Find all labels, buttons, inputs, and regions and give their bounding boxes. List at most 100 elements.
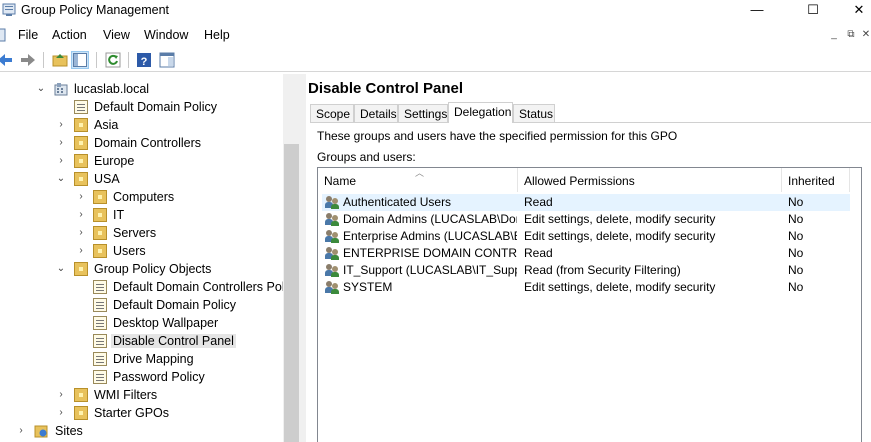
gpo-link-icon	[74, 100, 88, 114]
cell-name: IT_Support (LUCASLAB\IT_Supp...	[343, 263, 517, 277]
window-title: Group Policy Management	[21, 3, 169, 17]
chevron-right-icon[interactable]: ›	[76, 208, 86, 222]
tree-node-servers[interactable]: › Servers	[0, 224, 280, 242]
tab-details[interactable]: Details	[354, 104, 398, 122]
group-icon	[325, 247, 340, 260]
up-folder-icon[interactable]	[51, 51, 69, 69]
maximize-button[interactable]: ☐	[790, 0, 836, 22]
menu-help[interactable]: Help	[204, 28, 230, 42]
tree-node-gpo[interactable]: Default Domain Controllers Poli	[0, 278, 287, 296]
ou-folder-icon	[74, 154, 88, 168]
console-icon	[0, 28, 6, 42]
tab-settings[interactable]: Settings	[398, 104, 448, 122]
table-row[interactable]: IT_Support (LUCASLAB\IT_Supp... Read (fr…	[322, 262, 850, 279]
table-row[interactable]: SYSTEM Edit settings, delete, modify sec…	[322, 279, 850, 296]
properties-pane-icon[interactable]	[158, 51, 176, 69]
chevron-right-icon[interactable]: ›	[76, 190, 86, 204]
cell-name: ENTERPRISE DOMAIN CONTRO...	[343, 246, 517, 260]
tab-status[interactable]: Status	[513, 104, 555, 122]
table-row[interactable]: Domain Admins (LUCASLAB\Dom... Edit sett…	[322, 211, 850, 228]
menu-view[interactable]: View	[103, 28, 130, 42]
table-row[interactable]: Authenticated Users Read No	[322, 194, 850, 211]
tree-node-it[interactable]: › IT	[0, 206, 280, 224]
ou-folder-icon	[93, 244, 107, 258]
menu-bar: File Action View Window Help	[0, 24, 871, 46]
tree-node-usa[interactable]: ⌄ USA	[0, 170, 280, 188]
table-row[interactable]: ENTERPRISE DOMAIN CONTRO... Read No	[322, 245, 850, 262]
tree-node-europe[interactable]: › Europe	[0, 152, 280, 170]
group-icon	[325, 230, 340, 243]
delegation-info-text: These groups and users have the specifie…	[317, 129, 678, 143]
chevron-right-icon[interactable]: ›	[56, 154, 66, 168]
ou-folder-icon	[93, 190, 107, 204]
column-header-label: Allowed Permissions	[524, 174, 635, 188]
chevron-right-icon[interactable]: ›	[16, 424, 26, 438]
tree-node-users[interactable]: › Users	[0, 242, 280, 260]
mdi-minimize-button[interactable]: _	[826, 28, 842, 44]
tab-divider	[310, 122, 871, 123]
column-header-allowed-permissions[interactable]: Allowed Permissions	[518, 168, 782, 192]
gpo-container-icon	[74, 262, 88, 276]
tree-label: Default Domain Controllers Poli	[113, 280, 288, 294]
sites-icon	[34, 425, 48, 438]
help-icon[interactable]: ?	[135, 51, 153, 69]
menu-window[interactable]: Window	[144, 28, 188, 42]
tree-node-gpo[interactable]: Desktop Wallpaper	[0, 314, 280, 332]
close-button[interactable]: ✕	[836, 0, 871, 22]
tree-node-gpo-selected[interactable]: Disable Control Panel	[0, 332, 280, 350]
permissions-list[interactable]: ︿ Name Allowed Permissions Inherited Aut…	[317, 167, 862, 442]
tree-node-gpo[interactable]: Default Domain Policy	[0, 296, 280, 314]
tree-node-gpo[interactable]: Drive Mapping	[0, 350, 280, 368]
chevron-down-icon[interactable]: ⌄	[56, 262, 66, 276]
tree-node-sites[interactable]: › Sites	[0, 422, 280, 440]
minimize-button[interactable]: —	[734, 0, 780, 22]
details-pane: Disable Control Panel Scope Details Sett…	[306, 74, 871, 442]
chevron-right-icon[interactable]: ›	[56, 118, 66, 132]
tree-node-asia[interactable]: › Asia	[0, 116, 280, 134]
chevron-down-icon[interactable]: ⌄	[56, 172, 66, 186]
tree-node-group-policy-objects[interactable]: ⌄ Group Policy Objects	[0, 260, 280, 278]
chevron-right-icon[interactable]: ›	[76, 244, 86, 258]
mdi-restore-button[interactable]: ⧉	[843, 28, 859, 44]
tree-scrollbar-thumb[interactable]	[284, 144, 299, 442]
ou-folder-icon	[74, 172, 88, 186]
tab-delegation[interactable]: Delegation	[448, 102, 513, 123]
forward-arrow-icon[interactable]	[19, 51, 37, 69]
cell-inherited: No	[788, 246, 804, 260]
cell-permission: Read	[524, 246, 553, 260]
chevron-down-icon[interactable]: ⌄	[36, 82, 46, 96]
menu-file[interactable]: File	[18, 28, 38, 42]
tab-scope[interactable]: Scope	[310, 104, 354, 122]
tree-node-wmi-filters[interactable]: › WMI Filters	[0, 386, 280, 404]
svg-text:?: ?	[141, 56, 148, 68]
gpo-title: Disable Control Panel	[308, 80, 464, 97]
column-header-inherited[interactable]: Inherited	[782, 168, 850, 192]
chevron-right-icon[interactable]: ›	[76, 226, 86, 240]
cell-inherited: No	[788, 263, 804, 277]
tree-node-domain-controllers[interactable]: › Domain Controllers	[0, 134, 280, 152]
sort-ascending-icon: ︿	[415, 168, 425, 178]
cell-inherited: No	[788, 229, 804, 243]
column-header-name[interactable]: ︿ Name	[318, 168, 518, 192]
mdi-close-button[interactable]: ✕	[858, 28, 871, 44]
ou-folder-icon	[93, 226, 107, 240]
menu-action[interactable]: Action	[52, 28, 87, 42]
tree-node-gpo[interactable]: Password Policy	[0, 368, 280, 386]
domain-icon	[54, 83, 68, 96]
tree-node-computers[interactable]: › Computers	[0, 188, 280, 206]
refresh-icon[interactable]	[104, 51, 122, 69]
show-hide-tree-button[interactable]	[71, 51, 89, 69]
cell-permission: Read	[524, 195, 553, 209]
tree-node-starter-gpos[interactable]: › Starter GPOs	[0, 404, 280, 422]
chevron-right-icon[interactable]: ›	[56, 388, 66, 402]
chevron-right-icon[interactable]: ›	[56, 136, 66, 150]
back-arrow-icon[interactable]	[0, 51, 14, 69]
tree-node-default-domain-policy-link[interactable]: Default Domain Policy	[0, 98, 280, 116]
tree-label: Asia	[94, 118, 119, 132]
tree-label: lucaslab.local	[74, 82, 150, 96]
tree-node-domain[interactable]: ⌄ lucaslab.local	[0, 80, 280, 98]
table-row[interactable]: Enterprise Admins (LUCASLAB\En... Edit s…	[322, 228, 850, 245]
chevron-right-icon[interactable]: ›	[56, 406, 66, 420]
group-icon	[325, 264, 340, 277]
cell-inherited: No	[788, 195, 804, 209]
